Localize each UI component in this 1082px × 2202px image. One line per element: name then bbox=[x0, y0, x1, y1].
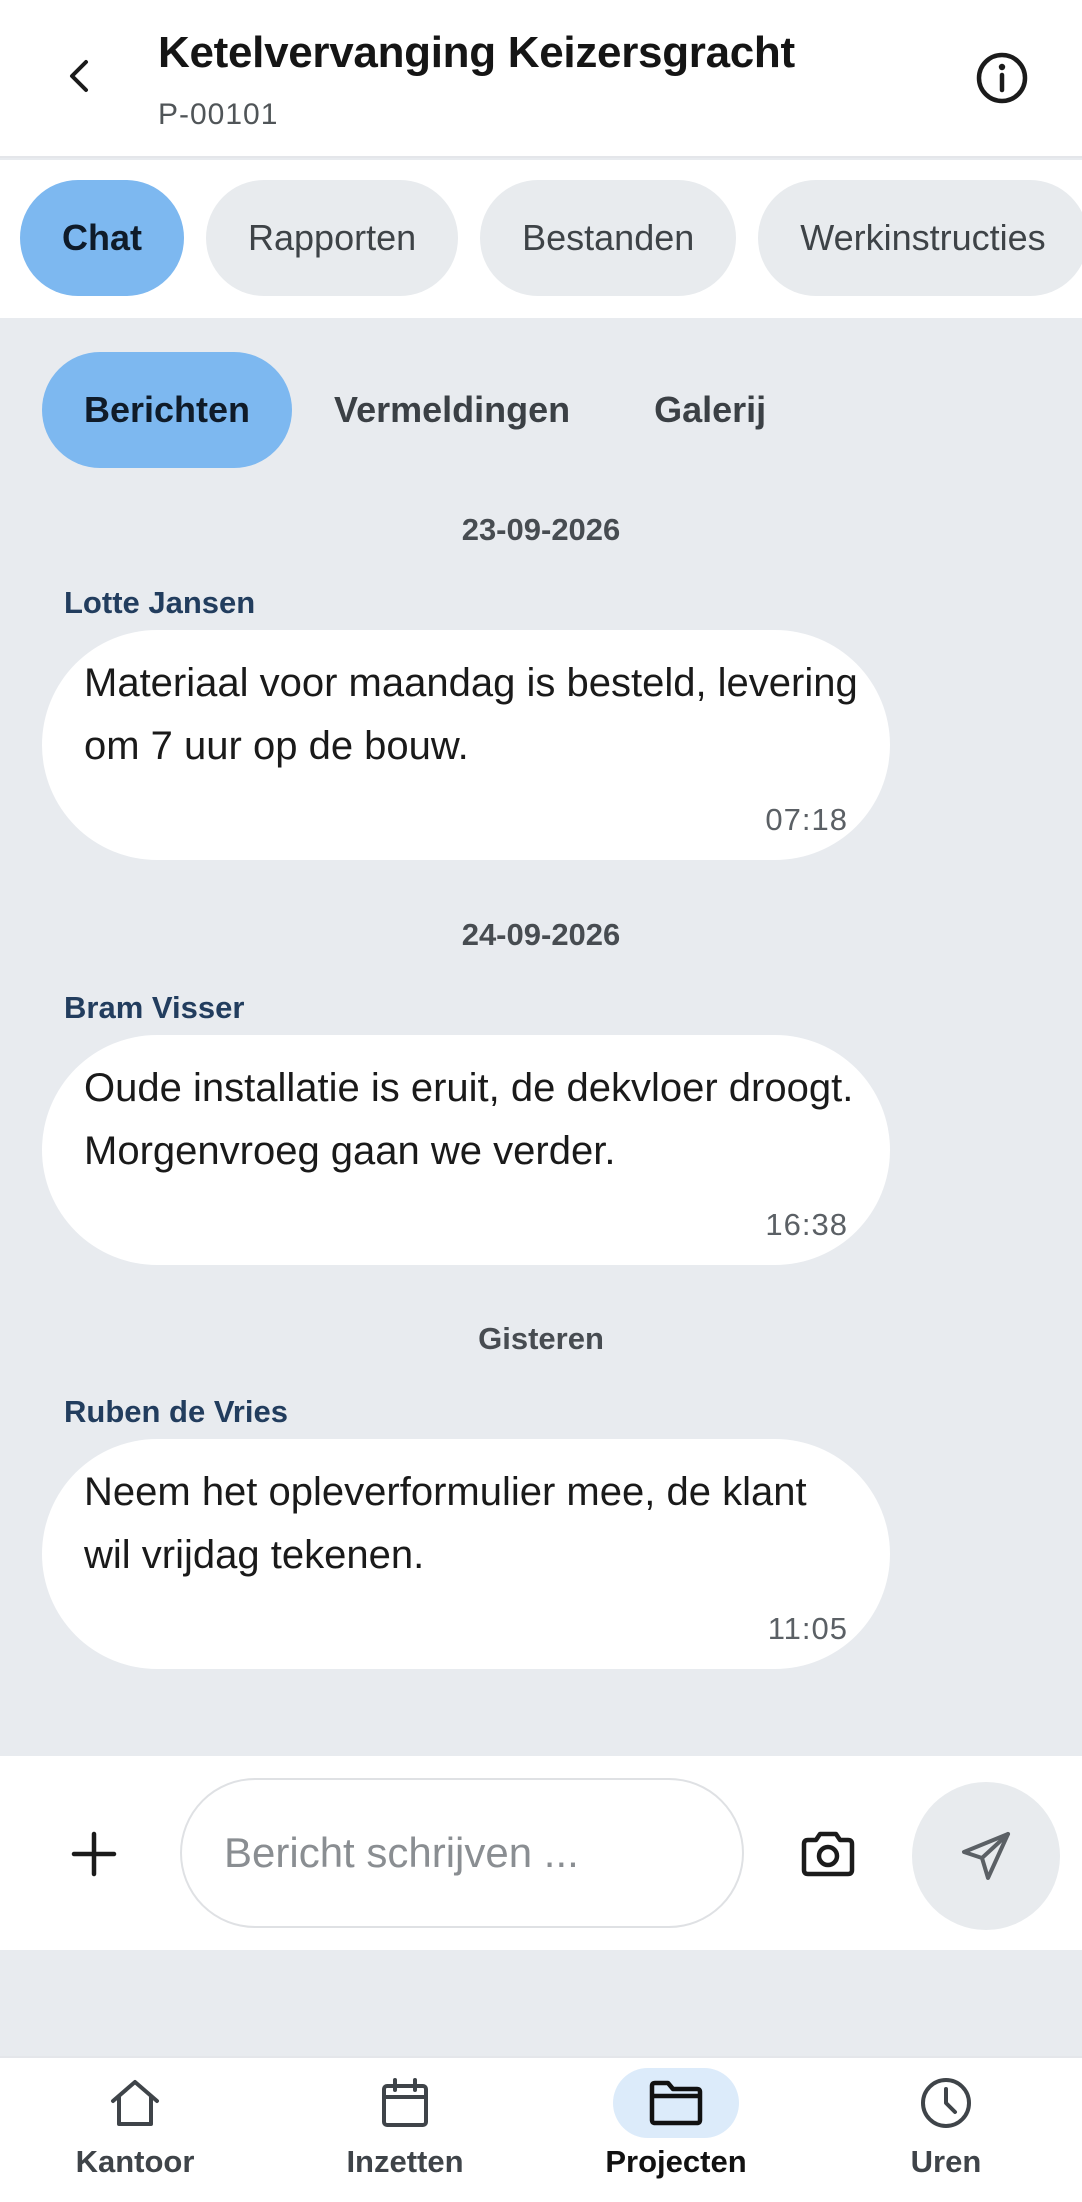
message-sender: Lotte Jansen bbox=[64, 585, 256, 620]
message-composer bbox=[0, 1756, 1082, 1950]
message-bubble[interactable]: Neem het opleverformulier mee, de klant … bbox=[42, 1439, 890, 1669]
message-bubble[interactable]: Materiaal voor maandag is besteld, lever… bbox=[42, 630, 890, 860]
message-input[interactable] bbox=[180, 1778, 744, 1928]
project-code: P-00101 bbox=[158, 98, 279, 131]
message-sender: Bram Visser bbox=[64, 990, 245, 1025]
clock-icon bbox=[921, 2078, 971, 2128]
nav-label: Uren bbox=[910, 2144, 982, 2179]
nav-label: Inzetten bbox=[346, 2144, 464, 2179]
message-sender: Ruben de Vries bbox=[64, 1394, 288, 1429]
page-title: Ketelvervanging Keizersgracht bbox=[158, 28, 795, 77]
nav-item-inzetten[interactable]: Inzetten bbox=[305, 2068, 505, 2198]
message-bubble[interactable]: Oude installatie is eruit, de dekvloer d… bbox=[42, 1035, 890, 1265]
message-text: Materiaal voor maandag is besteld, lever… bbox=[84, 661, 858, 768]
info-icon bbox=[976, 52, 1028, 104]
tab-vermeldingen[interactable]: Vermeldingen bbox=[292, 352, 612, 468]
app-root: Ketelvervanging Keizersgracht P-00101 Ch… bbox=[0, 0, 1082, 2202]
camera-button[interactable] bbox=[796, 1812, 860, 1896]
nav-label: Projecten bbox=[605, 2144, 747, 2179]
message-time: 11:05 bbox=[767, 1611, 848, 1646]
sub-tab-bar: Berichten Vermeldingen Galerij bbox=[42, 352, 808, 468]
message-text: Oude installatie is eruit, de dekvloer d… bbox=[84, 1066, 854, 1173]
send-icon bbox=[962, 1832, 1010, 1880]
date-separator: 23-09-2026 bbox=[461, 512, 621, 547]
message-time: 16:38 bbox=[765, 1207, 848, 1242]
chevron-left-icon bbox=[70, 60, 88, 92]
tab-berichten[interactable]: Berichten bbox=[42, 352, 293, 468]
message-time: 07:18 bbox=[765, 802, 848, 837]
tab-galerij[interactable]: Galerij bbox=[612, 352, 808, 468]
send-button[interactable] bbox=[912, 1782, 1060, 1930]
bottom-navigation: Kantoor Inzetten Projecten Uren bbox=[0, 2056, 1082, 2202]
folder-icon bbox=[649, 2080, 703, 2126]
info-button[interactable] bbox=[970, 46, 1034, 110]
nav-item-uren[interactable]: Uren bbox=[846, 2068, 1046, 2198]
header: Ketelvervanging Keizersgracht P-00101 bbox=[0, 0, 1082, 158]
nav-item-kantoor[interactable]: Kantoor bbox=[35, 2068, 235, 2198]
camera-icon bbox=[801, 1831, 855, 1877]
tab-bestanden[interactable]: Bestanden bbox=[480, 180, 737, 296]
top-tab-bar: Chat Rapporten Bestanden Werkinstructies bbox=[0, 160, 1082, 318]
home-icon bbox=[111, 2080, 159, 2126]
message-text: Neem het opleverformulier mee, de klant … bbox=[84, 1470, 807, 1577]
tab-chat[interactable]: Chat bbox=[20, 180, 184, 296]
plus-icon bbox=[71, 1831, 117, 1877]
nav-label: Kantoor bbox=[75, 2144, 195, 2179]
tab-rapporten[interactable]: Rapporten bbox=[206, 180, 459, 296]
date-separator: Gisteren bbox=[478, 1321, 604, 1356]
calendar-icon bbox=[382, 2078, 428, 2127]
tab-werkinstructies[interactable]: Werkinstructies bbox=[758, 180, 1082, 296]
back-button[interactable] bbox=[48, 44, 112, 108]
nav-item-projecten[interactable]: Projecten bbox=[576, 2068, 776, 2198]
add-attachment-button[interactable] bbox=[62, 1812, 126, 1896]
date-separator: 24-09-2026 bbox=[461, 917, 621, 952]
